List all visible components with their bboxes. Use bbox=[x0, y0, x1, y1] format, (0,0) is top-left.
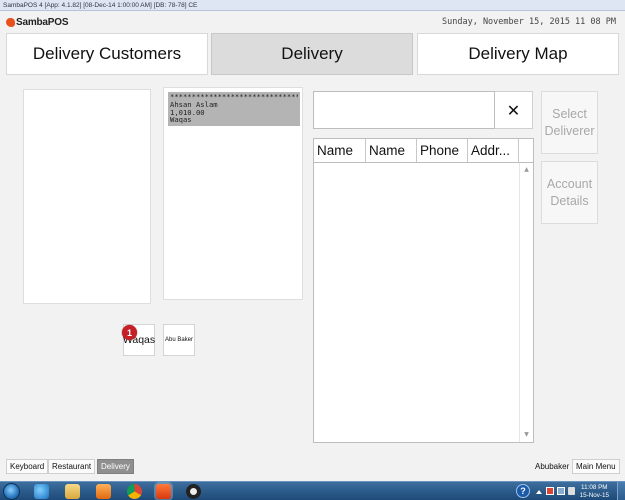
logo-text: SambaPOS bbox=[16, 16, 69, 28]
tab-delivery-map[interactable]: Delivery Map bbox=[417, 33, 619, 75]
ticket-card[interactable]: ****************************************… bbox=[168, 92, 300, 126]
volume-icon[interactable] bbox=[568, 487, 575, 495]
grid-header: Name Name Phone Addr... bbox=[314, 139, 519, 163]
clock-time: 11:08 PM bbox=[581, 484, 608, 491]
window-title: SambaPOS 4 [App: 4.1.82] [08-Dec-14 1:00… bbox=[3, 2, 198, 9]
taskbar-clock[interactable]: 11:08 PM 15-Nov-15 bbox=[580, 484, 609, 499]
header-datetime: Sunday, November 15, 2015 11 08 PM bbox=[442, 17, 616, 27]
unassigned-tickets-panel bbox=[23, 89, 151, 304]
column-header-phone[interactable]: Phone bbox=[417, 139, 468, 162]
ticket-amount: 1,010.00 bbox=[170, 108, 205, 117]
tray-expand-icon[interactable] bbox=[536, 489, 542, 494]
scroll-down-icon[interactable]: ▼ bbox=[520, 429, 533, 441]
ticket-deliverer: Waqas bbox=[170, 116, 192, 125]
ticket-count-badge: 1 bbox=[122, 325, 137, 340]
account-details-button[interactable]: Account Details bbox=[541, 161, 598, 224]
keyboard-button[interactable]: Keyboard bbox=[6, 459, 49, 474]
sambapos-icon[interactable] bbox=[156, 484, 171, 499]
chrome-icon[interactable] bbox=[127, 484, 142, 499]
close-icon: ✕ bbox=[506, 100, 521, 120]
customer-search-input[interactable] bbox=[313, 91, 495, 129]
start-orb-icon[interactable] bbox=[3, 483, 20, 500]
action-center-icon[interactable] bbox=[546, 487, 554, 495]
grid-header-corner bbox=[519, 139, 533, 163]
window-titlebar: SambaPOS 4 [App: 4.1.82] [08-Dec-14 1:00… bbox=[0, 0, 625, 11]
sambapos-logo-icon bbox=[6, 17, 15, 27]
column-header-address[interactable]: Addr... bbox=[468, 139, 519, 162]
grid-scrollbar[interactable]: ▲ ▼ bbox=[519, 163, 533, 442]
media-player-icon[interactable] bbox=[96, 484, 111, 499]
sambapos-logo: SambaPOS bbox=[6, 15, 69, 29]
tab-delivery[interactable]: Delivery bbox=[211, 33, 413, 75]
main-menu-button[interactable]: Main Menu bbox=[572, 459, 620, 474]
tab-delivery-customers[interactable]: Delivery Customers bbox=[6, 33, 208, 75]
app-area: SambaPOS Sunday, November 15, 2015 11 08… bbox=[0, 11, 625, 481]
clock-date: 15-Nov-15 bbox=[579, 491, 609, 499]
network-icon[interactable] bbox=[557, 487, 565, 495]
explorer-folder-icon[interactable] bbox=[65, 484, 80, 499]
clear-search-button[interactable]: ✕ bbox=[495, 91, 533, 129]
scroll-up-icon[interactable]: ▲ bbox=[520, 164, 533, 176]
current-user: Abubaker bbox=[535, 462, 570, 471]
show-desktop-button[interactable] bbox=[617, 482, 625, 500]
ticket-customer: Ahsan Aslam bbox=[170, 100, 218, 109]
select-deliverer-button[interactable]: Select Deliverer bbox=[541, 91, 598, 154]
assigned-tickets-panel: ****************************************… bbox=[163, 87, 303, 300]
steam-icon[interactable] bbox=[186, 484, 201, 499]
column-header-name[interactable]: Name bbox=[314, 139, 366, 162]
column-header-name-2[interactable]: Name bbox=[366, 139, 417, 162]
deliverer-label: Abu Baker bbox=[164, 337, 194, 343]
help-icon[interactable]: ? bbox=[516, 484, 530, 498]
delivery-button[interactable]: Delivery bbox=[97, 459, 134, 474]
customer-grid[interactable]: Name Name Phone Addr... ▲ ▼ bbox=[313, 138, 534, 443]
deliverer-button-abu-baker[interactable]: Abu Baker bbox=[163, 324, 195, 356]
windows-taskbar: ? 11:08 PM 15-Nov-15 bbox=[0, 481, 625, 500]
restaurant-button[interactable]: Restaurant bbox=[48, 459, 96, 474]
ticket-stars: ****************************************… bbox=[170, 93, 298, 101]
ie-icon[interactable] bbox=[34, 484, 49, 499]
